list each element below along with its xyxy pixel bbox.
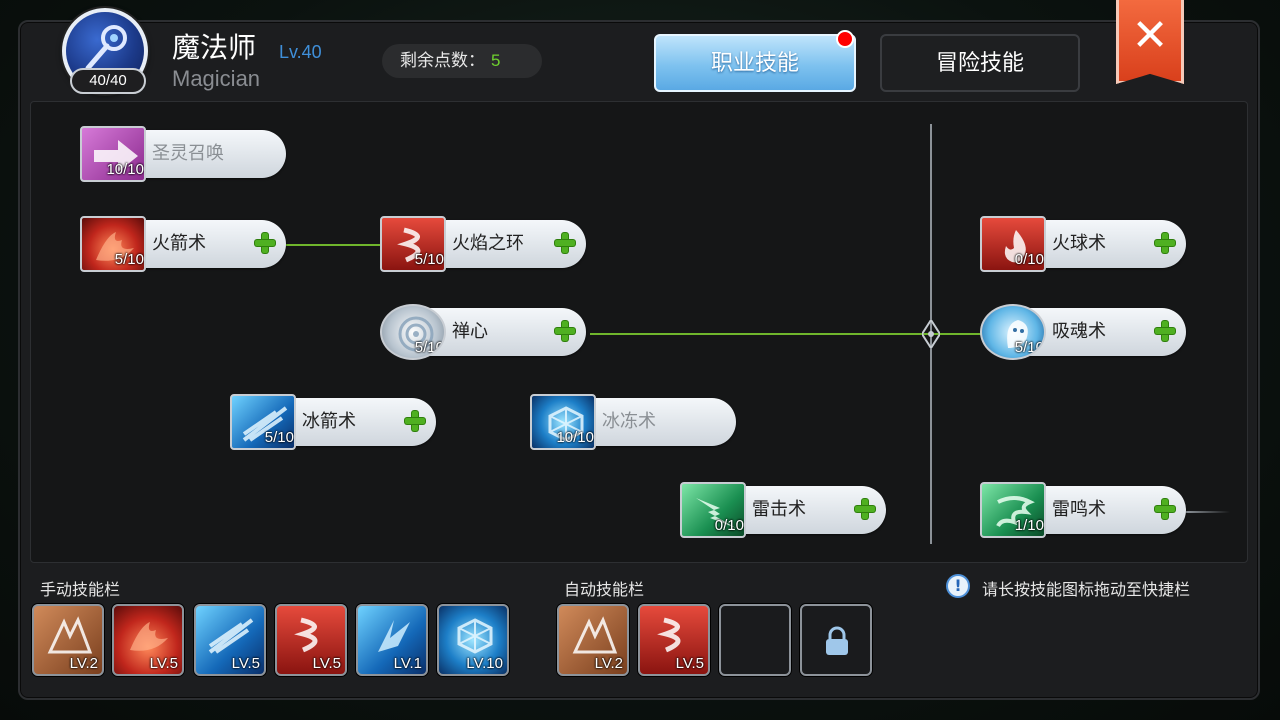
auto-slot-locked[interactable] [800,604,872,676]
skill-name: 雷鸣术 [1052,499,1106,520]
flame-ring-icon [657,617,681,653]
slot-level: LV.2 [594,655,623,672]
fire-arrow-icon[interactable]: 5/10 [80,216,146,272]
fireball-icon[interactable]: 0/10 [980,216,1046,272]
tab-job-skills-label: 职业技能 [710,51,799,76]
skill-level-count: 1/10 [1014,517,1044,534]
manual-bar-label: 手动技能栏 [40,580,121,599]
skill-name: 雷击术 [752,499,806,520]
skill-node-ice-arrow[interactable]: 5/10 冰箭术 [230,394,436,450]
skill-level-count: 0/10 [1014,251,1044,268]
ice-shard-icon [378,620,410,652]
add-point-button[interactable] [254,232,276,254]
add-point-button[interactable] [854,498,876,520]
skill-level-count: 5/10 [264,429,294,446]
add-point-button[interactable] [554,232,576,254]
skill-name: 禅心 [452,321,488,342]
skill-name: 火球术 [1052,233,1106,254]
class-name-en: Magician [172,66,261,91]
skill-name: 火焰之环 [452,233,524,254]
soul-drain-icon[interactable]: 5/10 [980,304,1046,360]
tab-job-skills[interactable]: 职业技能 [654,34,856,92]
skill-node-thunder-roar[interactable]: 1/10 雷鸣术 [980,482,1186,538]
manual-slot-6[interactable]: LV.10 [437,604,509,676]
skill-node-fireball[interactable]: 0/10 火球术 [980,216,1186,272]
skill-level-count: 5/10 [414,251,444,268]
slot-level: LV.1 [393,655,422,672]
slot-level: LV.5 [675,655,704,672]
add-point-button[interactable] [554,320,576,342]
add-point-button[interactable] [1154,320,1176,342]
auto-bar-label: 自动技能栏 [564,580,645,599]
divider-ornament-icon [922,320,940,348]
skill-name: 圣灵召唤 [152,143,224,164]
skill-node-holy-summon[interactable]: 10/10 圣灵召唤 [80,126,286,182]
auto-slot-1[interactable]: LV.2 [557,604,629,676]
hp-display: 40/40 [70,68,146,94]
skill-level-count: 5/10 [414,339,444,356]
skill-name: 火箭术 [152,233,206,254]
connector-thunder [1186,511,1230,513]
info-icon: ! [946,574,970,598]
lightning-strike-icon[interactable]: 0/10 [680,482,746,538]
add-point-button[interactable] [1154,232,1176,254]
slot-level: LV.5 [149,655,178,672]
zen-mind-icon[interactable]: 5/10 [380,304,446,360]
manual-slot-5[interactable]: LV.1 [356,604,428,676]
skill-node-zen-mind[interactable]: 5/10 禅心 [380,304,586,360]
skill-level-count: 5/10 [114,251,144,268]
freeze-icon [457,618,493,654]
earth-spike-icon [572,616,618,654]
ice-arrow-icon[interactable]: 5/10 [230,394,296,450]
tab-adventure-skills[interactable]: 冒险技能 [880,34,1080,92]
class-name: 魔法师 [172,31,257,64]
magic-staff-icon [85,25,127,71]
manual-slot-4[interactable]: LV.5 [275,604,347,676]
skill-name: 冰冻术 [602,411,656,432]
earth-spike-icon [47,616,93,654]
manual-slot-3[interactable]: LV.5 [194,604,266,676]
close-button[interactable]: ✕ [1116,0,1184,84]
skill-level-count: 10/10 [106,161,144,178]
freeze-icon[interactable]: 10/10 [530,394,596,450]
remaining-points: 剩余点数： 5 [382,44,542,78]
fire-arrow-icon [130,622,168,651]
thunder-roar-icon[interactable]: 1/10 [980,482,1046,538]
skill-node-fire-arrow[interactable]: 5/10 火箭术 [80,216,286,272]
notification-dot [836,30,854,48]
slot-level: LV.5 [312,655,341,672]
add-point-button[interactable] [404,410,426,432]
skill-level-count: 0/10 [714,517,744,534]
auto-slot-empty[interactable] [719,604,791,676]
drag-hint: 请长按技能图标拖动至快捷栏 [982,580,1191,599]
skill-name: 吸魂术 [1052,321,1106,342]
skill-node-soul-drain[interactable]: 5/10 吸魂术 [980,304,1186,360]
points-label: 剩余点数： [400,51,485,71]
skill-node-flame-ring[interactable]: 5/10 火焰之环 [380,216,586,272]
connector-fire [286,244,386,246]
slot-level: LV.5 [231,655,260,672]
manual-slot-2[interactable]: LV.5 [112,604,184,676]
skill-node-lightning-strike[interactable]: 0/10 雷击术 [680,482,886,538]
skill-node-freeze[interactable]: 10/10 冰冻术 [530,394,736,450]
skill-name: 冰箭术 [302,411,356,432]
slot-level: LV.2 [69,655,98,672]
slot-level: LV.10 [466,655,503,672]
ice-arrow-icon [208,618,254,654]
skill-level-count: 5/10 [1014,339,1044,356]
tab-adventure-skills-label: 冒险技能 [935,51,1024,76]
skill-level-count: 10/10 [556,429,594,446]
add-point-button[interactable] [1154,498,1176,520]
holy-arrow-icon[interactable]: 10/10 [80,126,146,182]
class-level: Lv.40 [279,42,322,62]
flame-ring-icon [294,617,318,653]
flame-ring-icon[interactable]: 5/10 [380,216,446,272]
points-value: 5 [491,51,501,70]
lock-icon [826,626,848,655]
auto-slot-2[interactable]: LV.5 [638,604,710,676]
manual-slot-1[interactable]: LV.2 [32,604,104,676]
close-icon: ✕ [1131,10,1169,61]
